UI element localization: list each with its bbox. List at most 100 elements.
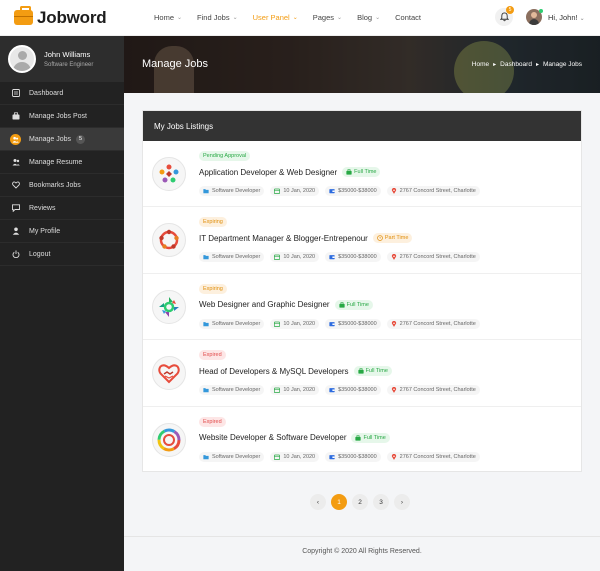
sidebar-item-manage-jobs-post[interactable]: Manage Jobs Post: [0, 105, 124, 128]
company-logo: [152, 289, 186, 324]
job-date-label: 10 Jan, 2020: [283, 320, 316, 327]
job-listing-row[interactable]: Expired Website Developer & Software Dev…: [143, 407, 581, 473]
chevron-down-icon: ⌄: [292, 15, 298, 21]
brand-name: Jobword: [37, 7, 107, 27]
job-salary: $35000-$38000: [325, 186, 381, 196]
job-salary: $35000-$38000: [325, 318, 381, 329]
job-listing-row[interactable]: Pending Approval Application Developer &…: [143, 141, 581, 208]
sidebar-item-manage-resume[interactable]: Manage Resume: [0, 151, 124, 174]
job-title[interactable]: IT Department Manager & Blogger-Entrepen…: [199, 234, 368, 243]
people-circle-logo-icon: [159, 164, 179, 183]
nav-find-jobs[interactable]: Find Jobs ⌄: [197, 13, 238, 22]
briefcase-logo-icon: [14, 6, 33, 25]
location-pin-icon: [391, 188, 396, 194]
user-menu[interactable]: Hi, John! ⌄: [526, 9, 585, 25]
profile-avatar: [8, 45, 36, 73]
job-salary-label: $35000-$38000: [338, 188, 377, 194]
company-logo: [152, 157, 186, 191]
heart-hands-logo-icon: [158, 364, 180, 384]
job-title[interactable]: Application Developer & Web Designer: [199, 168, 337, 177]
pagination-page-2[interactable]: 2: [352, 494, 368, 510]
pagination-page-1[interactable]: 1: [331, 494, 347, 510]
folder-icon: [203, 189, 209, 194]
company-logo: [152, 223, 186, 258]
notification-count-badge: 5: [506, 6, 514, 14]
pagination-next-button[interactable]: ›: [394, 494, 410, 510]
sidebar-item-bookmarks-jobs[interactable]: Bookmarks Jobs: [0, 174, 124, 197]
job-listing-row[interactable]: Expired Head of Developers & MySQL Devel…: [143, 340, 581, 407]
nav-blog[interactable]: Blog ⌄: [357, 13, 380, 22]
sidebar-item-manage-jobs[interactable]: Manage Jobs 5: [0, 128, 124, 151]
job-location: 2767 Concord Street, Charlotte: [386, 385, 480, 396]
wallet-icon: [329, 321, 335, 327]
user-group-icon: [10, 157, 21, 168]
nav-blog-label: Blog: [357, 13, 373, 22]
breadcrumb-home[interactable]: Home: [472, 61, 489, 68]
dashboard-icon: [10, 88, 21, 99]
job-type-badge: Part Time: [372, 233, 413, 244]
chevron-down-icon: ⌄: [177, 15, 183, 21]
nav-contact[interactable]: Contact: [395, 13, 421, 22]
panel-heading: My Jobs Listings: [143, 111, 581, 141]
job-meta: Software Developer 10 Jan, 2020 $35000-$…: [199, 451, 486, 462]
job-title[interactable]: Web Designer and Graphic Designer: [199, 300, 330, 309]
calendar-icon: [274, 454, 281, 460]
sidebar-item-label: Manage Jobs Post: [29, 112, 87, 120]
calendar-icon: [274, 254, 281, 261]
location-pin-icon: [391, 387, 396, 394]
job-type-label: Full Time: [365, 368, 388, 375]
sidebar-item-label: Logout: [29, 250, 51, 258]
sidebar-item-label: My Profile: [29, 227, 61, 235]
notifications-button[interactable]: 5: [495, 6, 514, 26]
brand-logo[interactable]: Jobword: [14, 6, 132, 28]
company-logo: [152, 356, 186, 391]
sidebar-item-label: Dashboard: [29, 89, 64, 97]
status-badge: Expiring: [199, 217, 227, 228]
breadcrumb-separator-icon: ▸: [535, 62, 539, 68]
sidebar-item-dashboard[interactable]: Dashboard: [0, 82, 124, 105]
job-type-label: Full Time: [346, 301, 369, 308]
sidebar-item-my-profile[interactable]: My Profile: [0, 220, 124, 243]
calendar-icon: [274, 321, 281, 327]
pagination-prev-button[interactable]: ‹: [310, 494, 326, 510]
job-listing-row[interactable]: Expiring Web Designer and Graphic Design…: [143, 274, 581, 341]
job-location-label: 2767 Concord Street, Charlotte: [399, 320, 476, 327]
job-salary-label: $35000-$38000: [338, 453, 377, 460]
nav-home[interactable]: Home ⌄: [154, 13, 182, 22]
pagination-page-3[interactable]: 3: [373, 494, 389, 510]
job-type-badge: Full Time: [342, 167, 381, 177]
job-listing-row[interactable]: Expiring IT Department Manager & Blogger…: [143, 207, 581, 274]
job-location: 2767 Concord Street, Charlotte: [386, 186, 480, 196]
nav-user-panel[interactable]: User Panel ⌄: [253, 13, 298, 22]
chevron-down-icon: ⌄: [579, 15, 585, 22]
job-title[interactable]: Website Developer & Software Developer: [199, 433, 346, 442]
clock-icon: [377, 235, 383, 242]
breadcrumb-dashboard[interactable]: Dashboard: [500, 61, 532, 68]
job-date: 10 Jan, 2020: [270, 186, 320, 196]
page-title: Manage Jobs: [142, 58, 209, 70]
sidebar-item-logout[interactable]: Logout: [0, 243, 124, 266]
top-navbar: Jobword Home ⌄ Find Jobs ⌄ User Panel ⌄ Pag…: [0, 0, 600, 36]
status-badge: Pending Approval: [199, 151, 251, 161]
status-badge: Expiring: [199, 283, 227, 294]
sidebar: John Williams Software Engineer Dashboar…: [0, 36, 124, 571]
nav-pages[interactable]: Pages ⌄: [313, 13, 342, 22]
job-category-label: Software Developer: [212, 453, 261, 460]
sidebar-item-reviews[interactable]: Reviews: [0, 197, 124, 220]
job-location: 2767 Concord Street, Charlotte: [386, 318, 480, 329]
sidebar-profile: John Williams Software Engineer: [0, 36, 124, 82]
job-meta: Software Developer 10 Jan, 2020 $35000-$…: [199, 186, 486, 196]
chevron-down-icon: ⌄: [375, 15, 381, 21]
nav-pages-label: Pages: [312, 13, 335, 22]
color-wheel-logo-icon: [157, 428, 181, 452]
sidebar-menu: Dashboard Manage Jobs Post Manage Jobs 5…: [0, 82, 124, 266]
job-location-label: 2767 Concord Street, Charlotte: [399, 453, 476, 460]
sidebar-item-label: Manage Jobs: [29, 135, 72, 143]
job-title[interactable]: Head of Developers & MySQL Developers: [199, 367, 349, 376]
job-salary: $35000-$38000: [325, 252, 381, 263]
calendar-icon: [274, 387, 281, 394]
nav-home-label: Home: [154, 13, 175, 22]
main-nav: Home ⌄ Find Jobs ⌄ User Panel ⌄ Pages ⌄ Blog…: [154, 13, 436, 22]
job-salary-label: $35000-$38000: [338, 254, 377, 261]
folder-icon: [203, 388, 209, 393]
